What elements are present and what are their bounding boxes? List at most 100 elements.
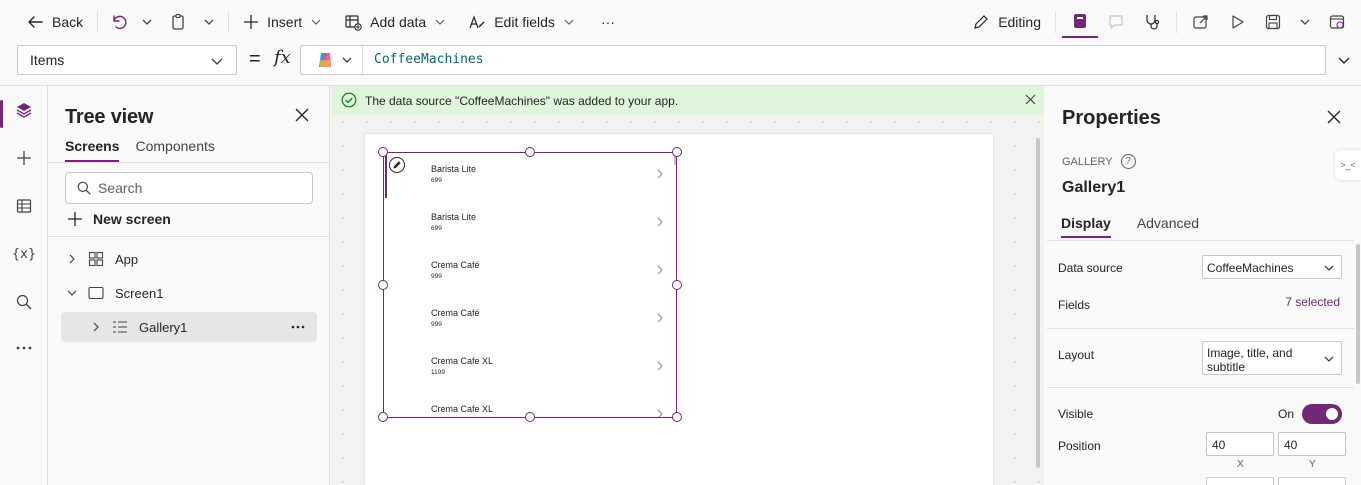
undo-icon <box>110 13 128 31</box>
properties-scrollbar[interactable] <box>1356 244 1360 384</box>
tree-node-label: Screen1 <box>115 285 164 301</box>
layout-value: Image, title, and subtitle <box>1207 346 1293 374</box>
add-data-button[interactable]: Add data <box>336 6 454 38</box>
chevron-right-icon[interactable] <box>61 254 83 264</box>
layout-dropdown[interactable]: Image, title, and subtitle <box>1202 341 1342 375</box>
close-icon <box>1327 110 1341 124</box>
gallery-item-title: Barista Lite <box>431 212 477 222</box>
paste-dropdown[interactable] <box>196 6 222 38</box>
data-source-value: CoffeeMachines <box>1207 261 1294 275</box>
back-button[interactable]: Back <box>18 6 91 38</box>
app-checker-button[interactable] <box>1062 6 1098 38</box>
screen-icon <box>83 286 109 300</box>
resize-handle-bottom-left[interactable] <box>378 412 388 422</box>
preview-button[interactable] <box>1219 6 1255 38</box>
resize-handle-right[interactable] <box>672 280 682 290</box>
data-source-dropdown[interactable]: CoffeeMachines <box>1202 255 1342 279</box>
tab-screens[interactable]: Screens <box>65 138 120 162</box>
table-icon <box>16 198 32 214</box>
resize-handle-top[interactable] <box>525 147 535 157</box>
resize-handle-bottom-right[interactable] <box>672 412 682 422</box>
tree-node-screen1[interactable]: Screen1 <box>61 278 317 308</box>
chevron-right-icon[interactable] <box>656 312 664 324</box>
undo-dropdown[interactable] <box>134 6 160 38</box>
resize-handle-left[interactable] <box>378 280 388 290</box>
editing-label: Editing <box>998 14 1041 30</box>
chevron-down-icon[interactable] <box>61 288 83 298</box>
gallery-item[interactable]: Barista Lite 699 <box>384 201 676 249</box>
publish-button[interactable] <box>1319 6 1355 38</box>
side-panel-toggle[interactable]: >_< <box>1335 150 1361 180</box>
dismiss-banner-button[interactable] <box>1025 94 1036 105</box>
insert-rail-button[interactable] <box>0 138 48 178</box>
tree-node-gallery1[interactable]: Gallery1 <box>61 312 317 342</box>
gallery-item[interactable]: Barista Lite 699 <box>384 153 676 201</box>
chevron-right-icon[interactable] <box>656 168 664 180</box>
health-check-button[interactable] <box>1134 6 1170 38</box>
tree-view-rail-button[interactable] <box>0 90 48 130</box>
command-bar-right: Editing <box>964 0 1361 44</box>
plus-icon <box>67 211 83 227</box>
property-selector[interactable]: Items <box>17 45 237 75</box>
more-options-button[interactable] <box>291 318 305 329</box>
comment-icon <box>1107 13 1125 31</box>
chevron-right-icon[interactable] <box>656 264 664 276</box>
search-rail-button[interactable] <box>0 282 48 322</box>
variables-rail-button[interactable]: {x} <box>0 234 48 274</box>
gallery-item[interactable]: Crema Café 999 <box>384 297 676 345</box>
copilot-button[interactable] <box>301 46 363 74</box>
resize-handle-top-right[interactable] <box>672 147 682 157</box>
position-x-input[interactable]: 40 <box>1206 432 1274 456</box>
help-icon[interactable]: ? <box>1120 154 1136 169</box>
share-button[interactable] <box>1183 6 1219 38</box>
new-screen-button[interactable]: New screen <box>67 211 171 227</box>
play-icon <box>1228 13 1246 31</box>
expand-formula-button[interactable] <box>1337 53 1351 67</box>
visible-toggle[interactable] <box>1302 404 1343 424</box>
plus-icon <box>243 14 259 30</box>
canvas-scrollbar[interactable] <box>1036 138 1040 468</box>
resize-handle-top-left[interactable] <box>378 147 388 157</box>
position-label: Position <box>1058 439 1101 453</box>
design-canvas[interactable]: The data source "CoffeeMachines" was add… <box>331 86 1044 485</box>
tab-components[interactable]: Components <box>135 138 214 162</box>
tree-node-label: Gallery1 <box>139 319 188 335</box>
more-commands-button[interactable]: ··· <box>593 6 623 38</box>
close-properties-button[interactable] <box>1327 110 1341 124</box>
divider <box>48 236 330 237</box>
gallery-item[interactable]: Crema Cafe XL 1199 <box>384 345 676 393</box>
undo-button[interactable] <box>104 6 134 38</box>
data-source-label: Data source <box>1058 261 1123 275</box>
gallery-control[interactable]: Barista Lite 699 Barista Lite 699 Crema … <box>383 152 677 418</box>
control-name: Gallery1 <box>1062 179 1126 196</box>
close-tree-view-button[interactable] <box>295 108 309 122</box>
edit-fields-button[interactable]: Edit fields <box>460 6 583 38</box>
paste-button[interactable] <box>160 6 196 38</box>
comments-button[interactable] <box>1098 6 1134 38</box>
save-dropdown[interactable] <box>1291 6 1319 38</box>
fields-edit-link[interactable]: 7 selected <box>1285 295 1340 309</box>
divider <box>1047 328 1354 329</box>
search-icon <box>16 294 32 310</box>
position-y-input[interactable]: 40 <box>1278 432 1346 456</box>
gallery-item[interactable]: Crema Café 999 <box>384 249 676 297</box>
tab-advanced[interactable]: Advanced <box>1137 215 1199 238</box>
data-rail-button[interactable] <box>0 186 48 226</box>
formula-input[interactable]: CoffeeMachines <box>300 45 1326 75</box>
close-icon <box>1025 94 1036 105</box>
chevron-right-icon[interactable] <box>656 360 664 372</box>
more-rail-button[interactable] <box>0 328 48 368</box>
tree-search-input[interactable]: Search <box>65 172 313 204</box>
save-button[interactable] <box>1255 6 1291 38</box>
insert-button[interactable]: Insert <box>235 6 330 38</box>
size-height-input[interactable] <box>1278 477 1346 485</box>
tree-node-app[interactable]: App <box>61 244 317 274</box>
gallery-item-title: Crema Café <box>431 260 480 270</box>
tab-display[interactable]: Display <box>1061 215 1111 238</box>
editing-mode-button[interactable]: Editing <box>964 6 1049 38</box>
chevron-right-icon[interactable] <box>85 322 107 332</box>
resize-handle-bottom[interactable] <box>525 412 535 422</box>
chevron-right-icon[interactable] <box>656 216 664 228</box>
chevron-right-icon[interactable] <box>656 408 664 417</box>
size-width-input[interactable] <box>1206 477 1274 485</box>
